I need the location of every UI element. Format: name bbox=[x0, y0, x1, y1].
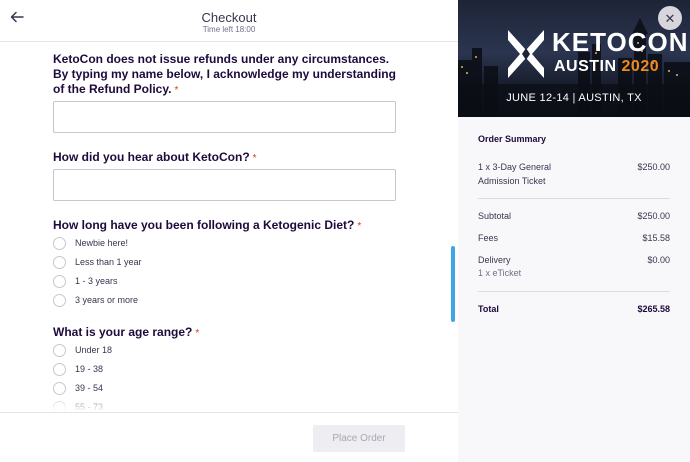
refund-policy-text: KetoCon does not issue refunds under any… bbox=[53, 52, 396, 96]
hear-about-question: How did you hear about KetoCon? * bbox=[53, 150, 403, 166]
subtotal-label: Subtotal bbox=[478, 211, 512, 221]
subtotal-row: Subtotal $250.00 bbox=[478, 209, 670, 223]
order-summary-panel: KETOCON AUSTIN 2020 JUNE 12-14 | AUSTIN,… bbox=[458, 0, 690, 462]
checkout-panel: Checkout Time left 18:00 KetoCon does no… bbox=[0, 0, 458, 462]
delivery-note-row: 1 x eTicket bbox=[478, 266, 670, 280]
radio-button[interactable] bbox=[53, 293, 66, 307]
diet-option[interactable]: Newbie here! bbox=[53, 236, 128, 250]
total-row: Total $265.58 bbox=[478, 302, 670, 316]
delivery-note: 1 x eTicket bbox=[478, 268, 522, 278]
hear-about-input[interactable] bbox=[53, 169, 396, 201]
diet-option-label: Less than 1 year bbox=[75, 257, 142, 267]
place-order-button[interactable]: Place Order bbox=[313, 425, 405, 452]
divider bbox=[478, 291, 670, 292]
hear-about-label: How did you hear about KetoCon? bbox=[53, 150, 250, 164]
required-mark: * bbox=[357, 221, 362, 232]
age-option[interactable]: Under 18 bbox=[53, 343, 112, 357]
order-form: KetoCon does not issue refunds under any… bbox=[0, 43, 458, 412]
event-banner: KETOCON AUSTIN 2020 JUNE 12-14 | AUSTIN,… bbox=[458, 0, 690, 117]
radio-button[interactable] bbox=[53, 274, 66, 288]
timer-text: Time left 18:00 bbox=[202, 25, 256, 34]
close-icon[interactable]: ✕ bbox=[658, 6, 682, 30]
radio-button[interactable] bbox=[53, 362, 66, 376]
refund-policy-question: KetoCon does not issue refunds under any… bbox=[53, 52, 403, 98]
age-question-label: What is your age range? bbox=[53, 325, 193, 339]
ketocon-logo-icon bbox=[508, 30, 544, 78]
age-option[interactable]: 39 - 54 bbox=[53, 381, 103, 395]
event-city: AUSTIN bbox=[554, 58, 617, 75]
required-mark: * bbox=[252, 153, 257, 164]
age-option-label: 19 - 38 bbox=[75, 364, 104, 374]
diet-option-label: Newbie here! bbox=[75, 238, 129, 248]
order-summary-title: Order Summary bbox=[478, 134, 547, 144]
diet-question: How long have you been following a Ketog… bbox=[53, 218, 403, 234]
total-value: $265.58 bbox=[637, 304, 670, 314]
scrollbar-thumb[interactable] bbox=[451, 246, 455, 322]
age-option[interactable]: 55 - 73 bbox=[53, 400, 103, 412]
scrollbar-track[interactable] bbox=[451, 43, 455, 412]
total-label: Total bbox=[478, 304, 499, 314]
radio-button[interactable] bbox=[53, 381, 66, 395]
summary-item-row: 1 x 3-Day General Admission Ticket $250.… bbox=[478, 160, 670, 188]
event-dates: JUNE 12-14 | AUSTIN, TX bbox=[506, 92, 642, 104]
diet-option-label: 1 - 3 years bbox=[75, 276, 118, 286]
age-option-label: 55 - 73 bbox=[75, 402, 104, 412]
event-brand: KETOCON bbox=[552, 27, 689, 57]
age-question: What is your age range? * bbox=[53, 325, 403, 341]
refund-name-input[interactable] bbox=[53, 101, 396, 133]
fees-value: $15.58 bbox=[642, 233, 670, 243]
radio-button[interactable] bbox=[53, 236, 66, 250]
required-mark: * bbox=[195, 328, 200, 339]
fees-label: Fees bbox=[478, 233, 499, 243]
radio-button[interactable] bbox=[53, 400, 66, 412]
diet-question-label: How long have you been following a Ketog… bbox=[53, 218, 355, 232]
diet-option-label: 3 years or more bbox=[75, 295, 139, 305]
required-mark: * bbox=[174, 85, 179, 96]
event-city-year: AUSTIN 2020 bbox=[554, 58, 659, 76]
page-title: Checkout bbox=[201, 10, 257, 25]
diet-option[interactable]: 3 years or more bbox=[53, 293, 138, 307]
item-label: 1 x 3-Day General Admission Ticket bbox=[478, 162, 552, 186]
radio-button[interactable] bbox=[53, 255, 66, 269]
delivery-label: Delivery bbox=[478, 255, 511, 265]
subtotal-value: $250.00 bbox=[637, 211, 670, 221]
item-price: $250.00 bbox=[637, 162, 670, 172]
age-option-label: Under 18 bbox=[75, 345, 113, 355]
delivery-row: Delivery $0.00 bbox=[478, 253, 670, 267]
age-option[interactable]: 19 - 38 bbox=[53, 362, 103, 376]
diet-option[interactable]: 1 - 3 years bbox=[53, 274, 118, 288]
age-option-label: 39 - 54 bbox=[75, 383, 104, 393]
checkout-footer: Place Order bbox=[0, 412, 458, 462]
diet-option[interactable]: Less than 1 year bbox=[53, 255, 142, 269]
checkout-header: Checkout Time left 18:00 bbox=[0, 0, 458, 42]
divider bbox=[478, 198, 670, 199]
fees-row: Fees $15.58 bbox=[478, 231, 670, 245]
event-year: 2020 bbox=[621, 58, 660, 75]
radio-button[interactable] bbox=[53, 343, 66, 357]
delivery-value: $0.00 bbox=[647, 255, 670, 265]
